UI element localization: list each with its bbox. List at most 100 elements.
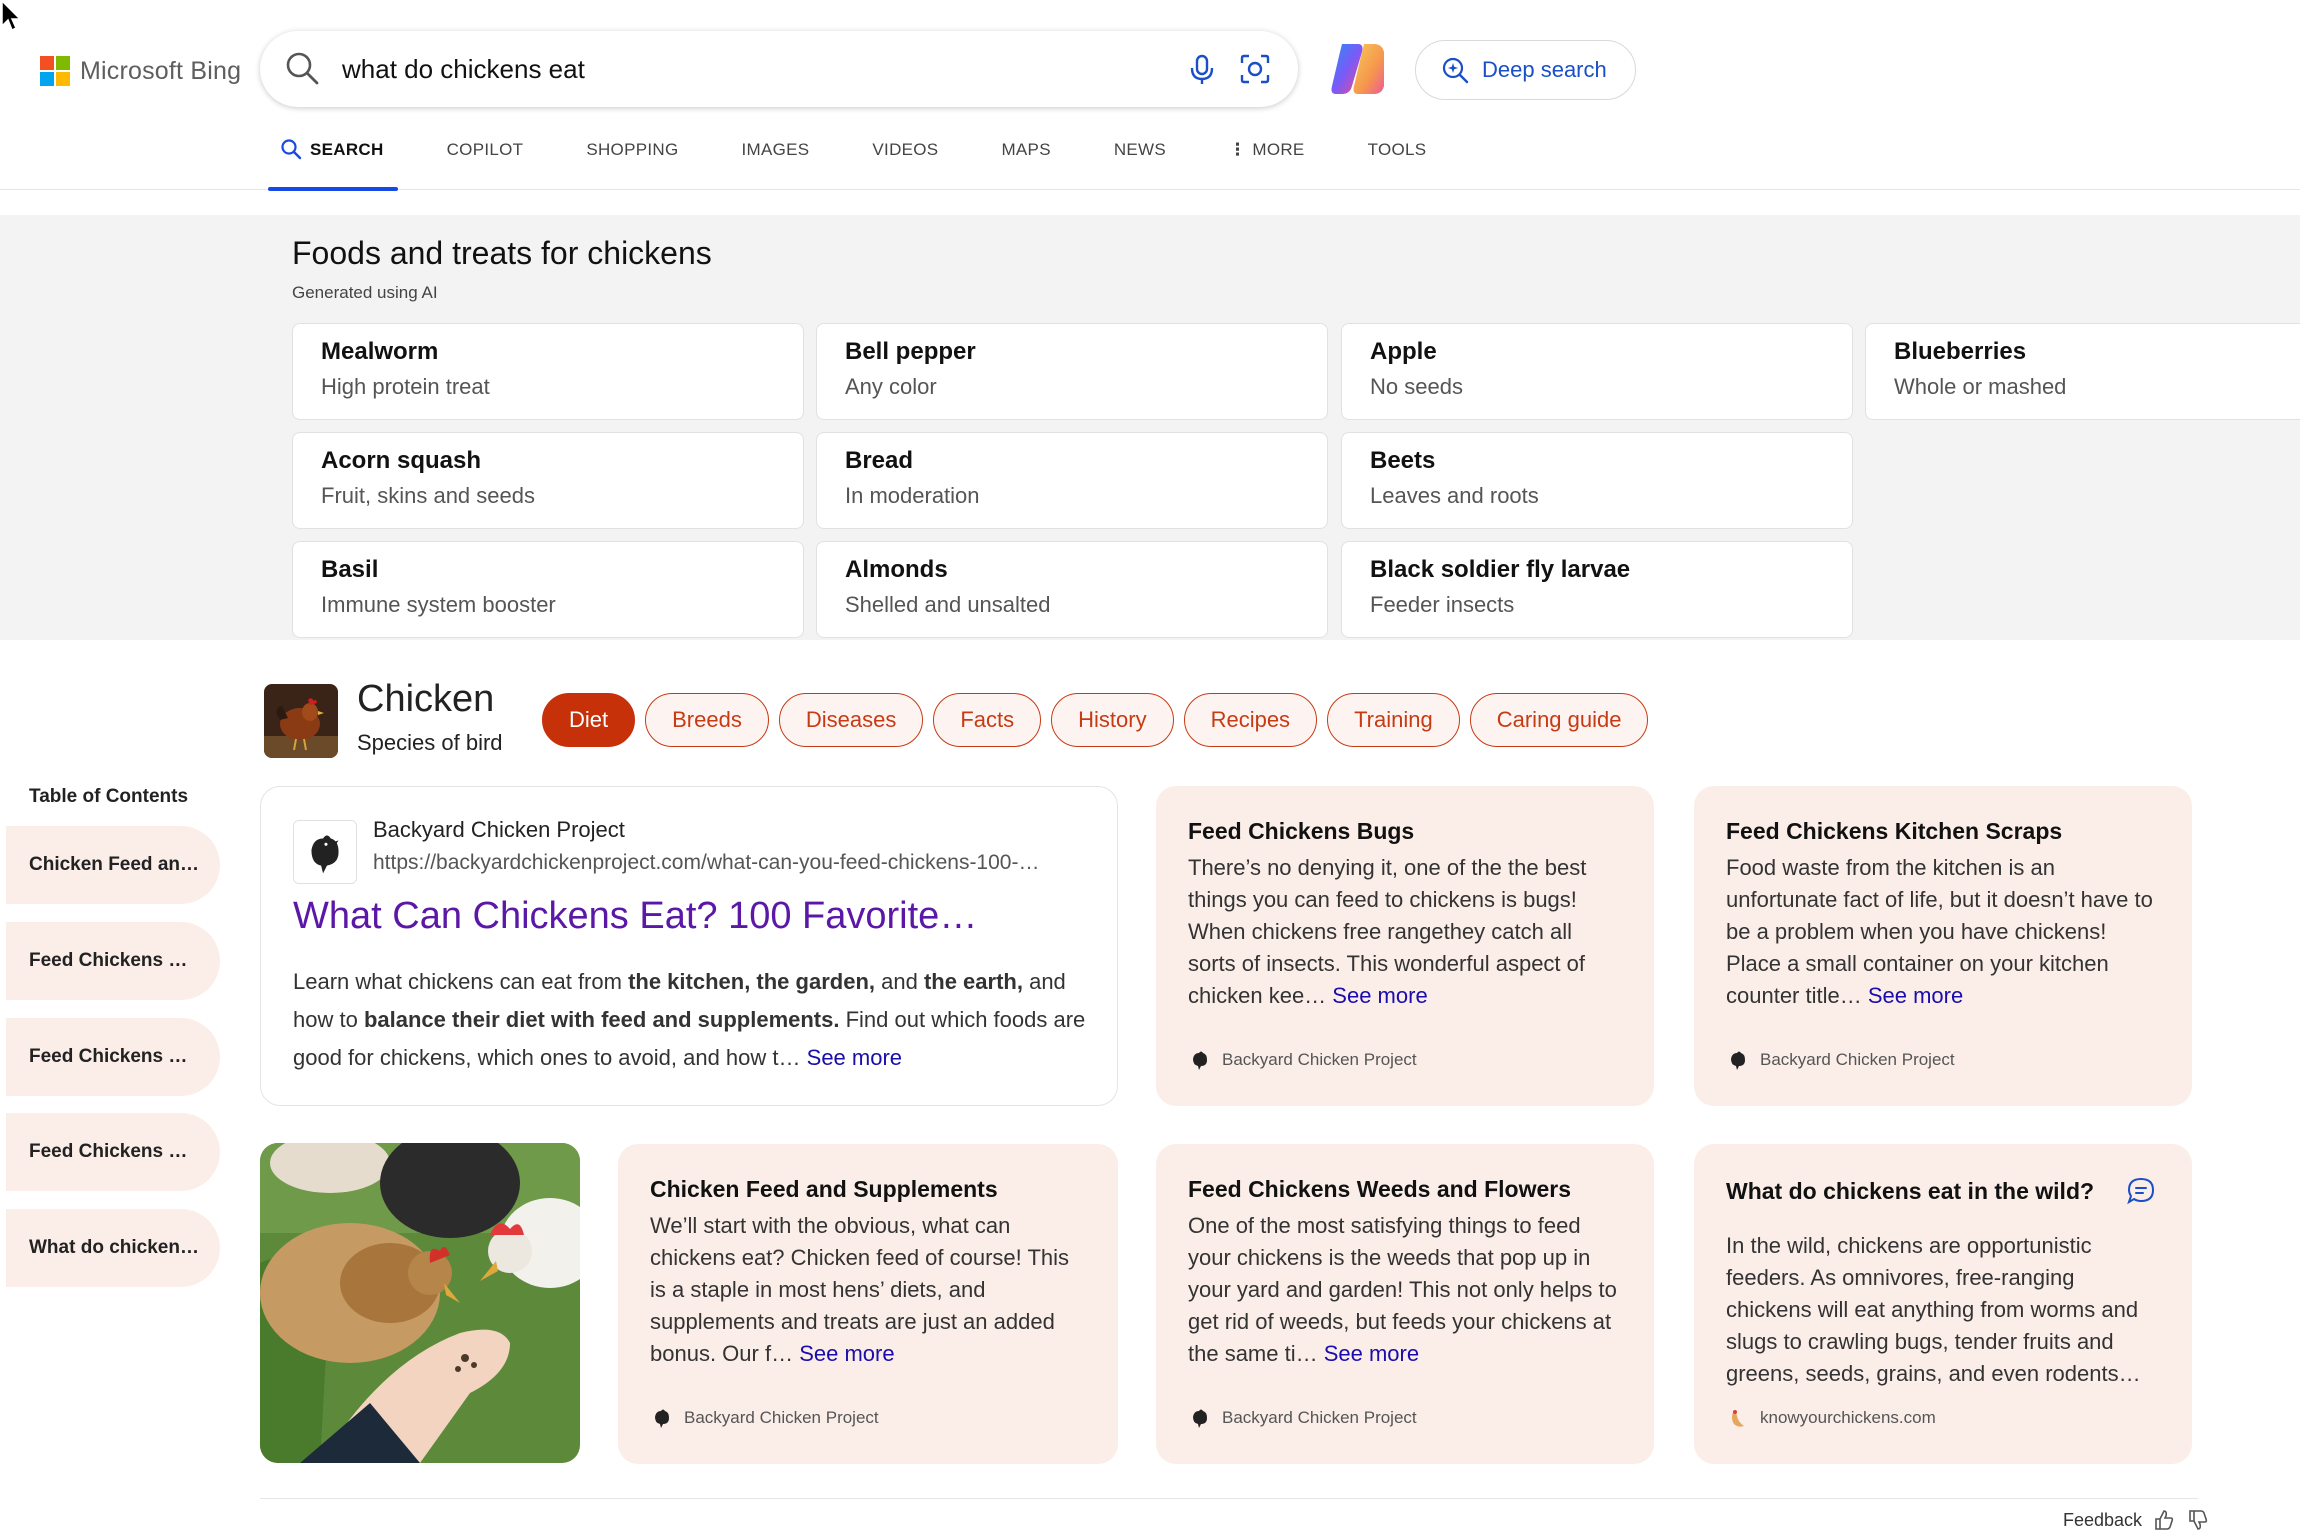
thumbs-up-icon[interactable] — [2152, 1508, 2176, 1532]
treat-card[interactable]: Blueberries Whole or mashed — [1865, 323, 2300, 420]
treat-title: Acorn squash — [321, 447, 482, 474]
search-box[interactable] — [260, 31, 1298, 107]
search-input[interactable] — [342, 49, 1142, 89]
treat-card[interactable]: Apple No seeds — [1341, 323, 1853, 420]
tab-more[interactable]: ⋮ MORE — [1229, 140, 1305, 188]
answer-card-weeds-flowers[interactable]: Feed Chickens Weeds and Flowers One of t… — [1156, 1144, 1654, 1464]
result-url[interactable]: https://backyardchickenproject.com/what-… — [373, 851, 1093, 875]
card-title: What do chickens eat in the wild? — [1726, 1178, 2095, 1204]
card-body: There’s no denying it, one of the the be… — [1188, 855, 1587, 1008]
tab-images[interactable]: IMAGES — [741, 140, 809, 188]
see-more-link[interactable]: See more — [1868, 983, 1963, 1008]
tab-label: MORE — [1252, 140, 1305, 159]
entity-subtitle: Species of bird — [357, 730, 503, 755]
toc-item[interactable]: Chicken Feed an… — [6, 826, 220, 904]
treat-card[interactable]: Black soldier fly larvae Feeder insects — [1341, 541, 1853, 638]
nav-tabs: SEARCH COPILOT SHOPPING IMAGES VIDEOS MA… — [268, 139, 1489, 191]
search-icon[interactable] — [284, 50, 322, 88]
treat-sub: In moderation — [845, 483, 980, 508]
card-source-name: Backyard Chicken Project — [1222, 1408, 1417, 1427]
tab-label: NEWS — [1113, 140, 1167, 159]
answer-card-kitchen-scraps[interactable]: Feed Chickens Kitchen Scraps Food waste … — [1694, 786, 2192, 1106]
entity-title: Chicken — [357, 678, 495, 720]
pill-training[interactable]: Training — [1327, 693, 1460, 747]
visual-search-icon[interactable] — [1235, 49, 1275, 89]
tab-copilot[interactable]: COPILOT — [447, 140, 524, 188]
card-source-name: Backyard Chicken Project — [1760, 1050, 1955, 1069]
pill-recipes[interactable]: Recipes — [1183, 693, 1318, 747]
pill-diet[interactable]: Diet — [542, 693, 636, 747]
deep-search-icon — [1442, 57, 1469, 84]
chickens-feeding-photo[interactable] — [260, 1143, 580, 1463]
card-source-name: Backyard Chicken Project — [1222, 1050, 1417, 1069]
see-more-link[interactable]: See more — [1324, 1341, 1419, 1366]
treat-card[interactable]: Basil Immune system booster — [292, 541, 804, 638]
hen-favicon-icon — [1193, 1051, 1207, 1070]
tab-search[interactable]: SEARCH — [268, 139, 398, 191]
answer-card-feed-supplements[interactable]: Chicken Feed and Supplements We’ll start… — [618, 1144, 1118, 1464]
toc-title: Table of Contents — [29, 786, 189, 807]
thumbs-down-icon[interactable] — [2186, 1508, 2210, 1532]
card-source[interactable]: Backyard Chicken Project — [1188, 1048, 1417, 1072]
toc-item[interactable]: Feed Chickens … — [6, 1113, 220, 1191]
logo-text: Microsoft Bing — [80, 56, 242, 85]
result-site-name: Backyard Chicken Project — [373, 817, 625, 842]
search-icon — [281, 139, 302, 160]
microphone-icon[interactable] — [1182, 49, 1222, 89]
pill-facts[interactable]: Facts — [933, 693, 1042, 747]
card-title: Feed Chickens Bugs — [1188, 818, 1415, 844]
card-source[interactable]: Backyard Chicken Project — [1188, 1406, 1417, 1430]
treat-card[interactable]: Mealworm High protein treat — [292, 323, 804, 420]
site-favicon — [293, 820, 357, 884]
card-body: In the wild, chickens are opportunistic … — [1726, 1233, 2141, 1386]
copilot-icon[interactable] — [1328, 40, 1388, 98]
toc-item[interactable]: Feed Chickens … — [6, 1018, 220, 1096]
tab-tools[interactable]: TOOLS — [1368, 140, 1427, 188]
pill-breeds[interactable]: Breeds — [645, 693, 769, 747]
chat-bubble-icon[interactable] — [2126, 1176, 2156, 1206]
card-body: One of the most satisfying things to fee… — [1188, 1213, 1617, 1366]
card-source[interactable]: knowyourchickens.com — [1726, 1406, 1936, 1430]
tab-label: IMAGES — [741, 140, 810, 159]
card-source[interactable]: Backyard Chicken Project — [1726, 1048, 1955, 1072]
tab-maps[interactable]: MAPS — [1001, 140, 1050, 188]
toc-item[interactable]: What do chicken… — [6, 1209, 220, 1287]
tab-news[interactable]: NEWS — [1114, 140, 1166, 188]
deep-search-label: Deep search — [1482, 57, 1607, 82]
pill-history[interactable]: History — [1051, 693, 1174, 747]
treat-card[interactable]: Almonds Shelled and unsalted — [816, 541, 1328, 638]
treat-card[interactable]: Bell pepper Any color — [816, 323, 1328, 420]
result-title-link[interactable]: What Can Chickens Eat? 100 Favorite… — [293, 895, 977, 938]
treat-title: Beets — [1370, 447, 1436, 474]
card-body: Food waste from the kitchen is an unfort… — [1726, 855, 2153, 1008]
tab-shopping[interactable]: SHOPPING — [586, 140, 678, 188]
treat-card[interactable]: Acorn squash Fruit, skins and seeds — [292, 432, 804, 529]
footer-divider — [260, 1498, 2198, 1499]
treat-title: Apple — [1370, 338, 1437, 365]
answer-card-wild[interactable]: What do chickens eat in the wild? In the… — [1694, 1144, 2192, 1464]
deep-search-button[interactable]: Deep search — [1415, 40, 1636, 100]
chicken-thumbnail[interactable] — [264, 684, 338, 758]
tab-label: SHOPPING — [586, 140, 679, 159]
see-more-link[interactable]: See more — [807, 1045, 902, 1070]
tab-label: VIDEOS — [872, 140, 939, 159]
card-title: Chicken Feed and Supplements — [650, 1176, 998, 1202]
bing-logo[interactable]: Microsoft Bing — [40, 56, 241, 86]
treat-sub: Any color — [845, 374, 937, 399]
header: Microsoft Bing what do chickens eat Deep… — [0, 0, 2300, 191]
treat-card[interactable]: Bread In moderation — [816, 432, 1328, 529]
tab-videos[interactable]: VIDEOS — [872, 140, 938, 188]
feedback-link[interactable]: Feedback — [2063, 1510, 2142, 1531]
toc-item[interactable]: Feed Chickens … — [6, 922, 220, 1000]
treat-title: Almonds — [845, 556, 948, 583]
pill-diseases[interactable]: Diseases — [778, 693, 924, 747]
pill-caring-guide[interactable]: Caring guide — [1469, 693, 1649, 747]
see-more-link[interactable]: See more — [799, 1341, 894, 1366]
see-more-link[interactable]: See more — [1332, 983, 1427, 1008]
card-source[interactable]: Backyard Chicken Project — [650, 1406, 879, 1430]
ai-generated-note: Generated using AI — [292, 283, 438, 302]
card-title: Feed Chickens Kitchen Scraps — [1726, 818, 2063, 844]
entity-pills: Diet Breeds Diseases Facts History Recip… — [542, 693, 1649, 747]
answer-card-bugs[interactable]: Feed Chickens Bugs There’s no denying it… — [1156, 786, 1654, 1106]
treat-card[interactable]: Beets Leaves and roots — [1341, 432, 1853, 529]
